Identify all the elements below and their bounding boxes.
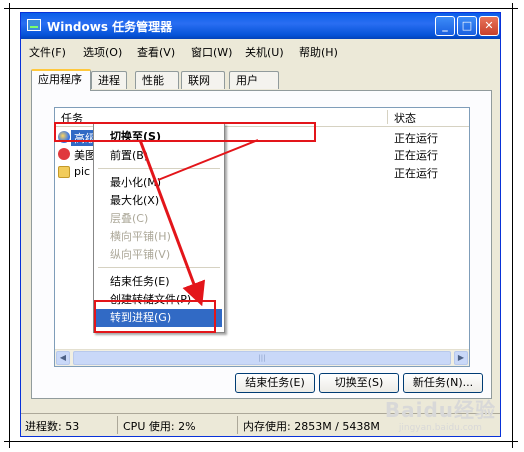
menu-view[interactable]: 查看(V) bbox=[137, 44, 175, 60]
frame-border-right bbox=[512, 3, 513, 448]
baidu-watermark: Baidu经验 jingyan.baidu.com bbox=[385, 394, 496, 433]
tab-users[interactable]: 用户 bbox=[229, 71, 279, 89]
menu-separator bbox=[98, 267, 220, 268]
end-task-button[interactable]: 结束任务(E) bbox=[235, 373, 315, 393]
maximize-button[interactable]: □ bbox=[457, 16, 477, 36]
new-task-button[interactable]: 新任务(N)... bbox=[403, 373, 483, 393]
window-title: Windows 任务管理器 bbox=[47, 20, 173, 34]
frame-border-top bbox=[4, 8, 518, 9]
menu-window[interactable]: 窗口(W) bbox=[191, 44, 232, 60]
menu-switch-to[interactable]: 切换至(S) bbox=[96, 128, 222, 146]
scroll-right-button[interactable]: ▶ bbox=[454, 351, 468, 365]
watermark-logo: Baidu经验 bbox=[384, 398, 496, 422]
menu-options[interactable]: 选项(O) bbox=[83, 44, 122, 60]
title-bar[interactable]: Windows 任务管理器 _ □ ✕ bbox=[21, 13, 500, 39]
frame-border-left bbox=[9, 3, 10, 448]
process-count: 进程数: 53 bbox=[25, 420, 80, 433]
frame-border-bottom bbox=[4, 441, 518, 442]
browser-icon bbox=[58, 131, 70, 143]
task-status: 正在运行 bbox=[394, 132, 438, 145]
menu-separator bbox=[98, 168, 220, 169]
menu-minimize[interactable]: 最小化(M) bbox=[96, 174, 222, 192]
tab-networking[interactable]: 联网 bbox=[181, 71, 225, 89]
menu-create-dump-file[interactable]: 创建转储文件(P) bbox=[96, 291, 222, 309]
minimize-button[interactable]: _ bbox=[435, 16, 455, 36]
menu-end-task[interactable]: 结束任务(E) bbox=[96, 273, 222, 291]
switch-to-button[interactable]: 切换至(S) bbox=[319, 373, 399, 393]
menu-help[interactable]: 帮助(H) bbox=[299, 44, 338, 60]
context-menu: 切换至(S) 前置(B) 最小化(M) 最大化(X) 层叠(C) 横向平铺(H)… bbox=[93, 123, 225, 333]
memory-usage: 内存使用: 2853M / 5438M bbox=[243, 420, 380, 433]
menu-tile-vertical: 纵向平铺(V) bbox=[110, 248, 171, 261]
task-status: 正在运行 bbox=[394, 167, 438, 180]
column-task[interactable]: 任务 bbox=[61, 110, 83, 126]
task-name: pic bbox=[74, 165, 91, 178]
close-button[interactable]: ✕ bbox=[479, 16, 499, 36]
column-divider[interactable] bbox=[387, 110, 388, 124]
cpu-usage: CPU 使用: 2% bbox=[123, 420, 196, 433]
column-status[interactable]: 状态 bbox=[394, 110, 416, 126]
horizontal-scrollbar[interactable]: ◀ ||| ▶ bbox=[55, 349, 469, 366]
menu-tile-horizontal: 横向平铺(H) bbox=[110, 230, 171, 243]
watermark-url: jingyan.baidu.com bbox=[398, 423, 482, 433]
scroll-left-button[interactable]: ◀ bbox=[56, 351, 70, 365]
tab-strip: 应用程序 进程 性能 联网 用户 bbox=[31, 69, 490, 91]
menu-bar: 文件(F) 选项(O) 查看(V) 窗口(W) 关机(U) 帮助(H) bbox=[21, 41, 500, 61]
menu-bring-to-front[interactable]: 前置(B) bbox=[96, 147, 222, 165]
menu-shutdown[interactable]: 关机(U) bbox=[245, 44, 284, 60]
status-divider bbox=[117, 416, 118, 434]
meitu-icon bbox=[58, 148, 70, 160]
menu-go-to-process[interactable]: 转到进程(G) bbox=[96, 309, 222, 327]
scroll-thumb[interactable]: ||| bbox=[73, 351, 451, 365]
task-manager-icon bbox=[27, 19, 41, 31]
status-divider bbox=[237, 416, 238, 434]
folder-icon bbox=[58, 166, 70, 178]
tab-processes[interactable]: 进程 bbox=[91, 71, 127, 89]
menu-file[interactable]: 文件(F) bbox=[29, 44, 66, 60]
tab-performance[interactable]: 性能 bbox=[135, 71, 179, 89]
task-status: 正在运行 bbox=[394, 149, 438, 162]
tab-applications[interactable]: 应用程序 bbox=[31, 69, 91, 91]
menu-maximize[interactable]: 最大化(X) bbox=[96, 192, 222, 210]
menu-cascade: 层叠(C) bbox=[110, 212, 149, 225]
